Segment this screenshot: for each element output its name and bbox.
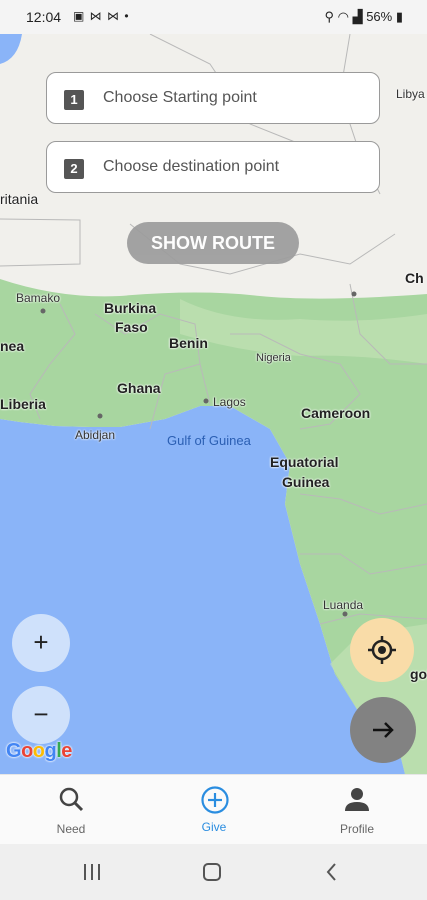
starting-point-placeholder: Choose Starting point (103, 89, 257, 106)
map-label: Liberia (0, 396, 46, 412)
map-label: Cameroon (301, 405, 371, 421)
home-icon[interactable] (200, 858, 224, 886)
map-label: Nigeria (256, 352, 291, 364)
destination-point-field[interactable]: 2 Choose destination point (46, 141, 380, 193)
map-label: Burkina (104, 300, 157, 316)
status-right: ⚲ ◠ ▟ 56% ▮ (324, 9, 403, 25)
starting-point-field[interactable]: 1 Choose Starting point (46, 72, 380, 124)
map-label: Luanda (323, 598, 364, 612)
map-label: Ghana (117, 380, 161, 396)
nav-profile[interactable]: Profile (307, 775, 407, 845)
show-route-button[interactable]: SHOW ROUTE (127, 222, 299, 264)
signal-icon: ▟ (352, 9, 363, 24)
map-label: nea (0, 338, 25, 354)
map-label: Benin (169, 335, 208, 351)
system-navigation-bar (0, 844, 427, 900)
back-icon[interactable] (320, 858, 344, 886)
person-icon (345, 788, 369, 811)
wifi-icon: ◠ (337, 9, 349, 24)
zoom-in-button[interactable]: + (12, 614, 70, 672)
map-label: Libya (396, 87, 425, 101)
map-label: Faso (115, 319, 148, 335)
status-time: 12:04 (26, 9, 62, 25)
zoom-out-button[interactable]: − (12, 686, 70, 744)
map-label: Equatorial (270, 454, 339, 470)
google-logo: Google (6, 740, 72, 762)
destination-point-placeholder: Choose destination point (103, 158, 280, 175)
add-circle-icon (201, 786, 229, 814)
search-icon (59, 787, 84, 812)
nav-need[interactable]: Need (21, 775, 121, 845)
nav-profile-label: Profile (339, 822, 374, 836)
map-label: Ch (405, 270, 424, 286)
map-label: ritania (0, 191, 39, 207)
step-one-icon: 1 (64, 90, 84, 110)
arrow-right-icon (373, 722, 394, 738)
map-label: Gulf of Guinea (167, 433, 251, 448)
notification-icons: ▣ ⋈ ⋈ • (73, 9, 130, 23)
status-bar: 12:04 ▣ ⋈ ⋈ • ⚲ ◠ ▟ 56% ▮ (0, 0, 427, 34)
bottom-navigation: Need Give Profile (0, 774, 427, 845)
nav-give[interactable]: Give (164, 775, 264, 845)
battery-icon: ▮ (395, 9, 403, 24)
map-label: Abidjan (75, 428, 116, 442)
battery-percent: 56% (366, 9, 393, 24)
next-button[interactable] (350, 697, 416, 763)
map-label: Lagos (213, 395, 246, 409)
map-label: Guinea (282, 474, 330, 490)
step-two-icon: 2 (64, 159, 84, 179)
nav-give-label: Give (201, 820, 227, 834)
map-label: Bamako (16, 291, 61, 305)
my-location-button[interactable] (350, 618, 414, 682)
nav-need-label: Need (56, 822, 86, 836)
location-status-icon: ⚲ (324, 9, 334, 24)
crosshair-icon (368, 636, 396, 664)
recent-apps-icon[interactable] (80, 858, 104, 886)
